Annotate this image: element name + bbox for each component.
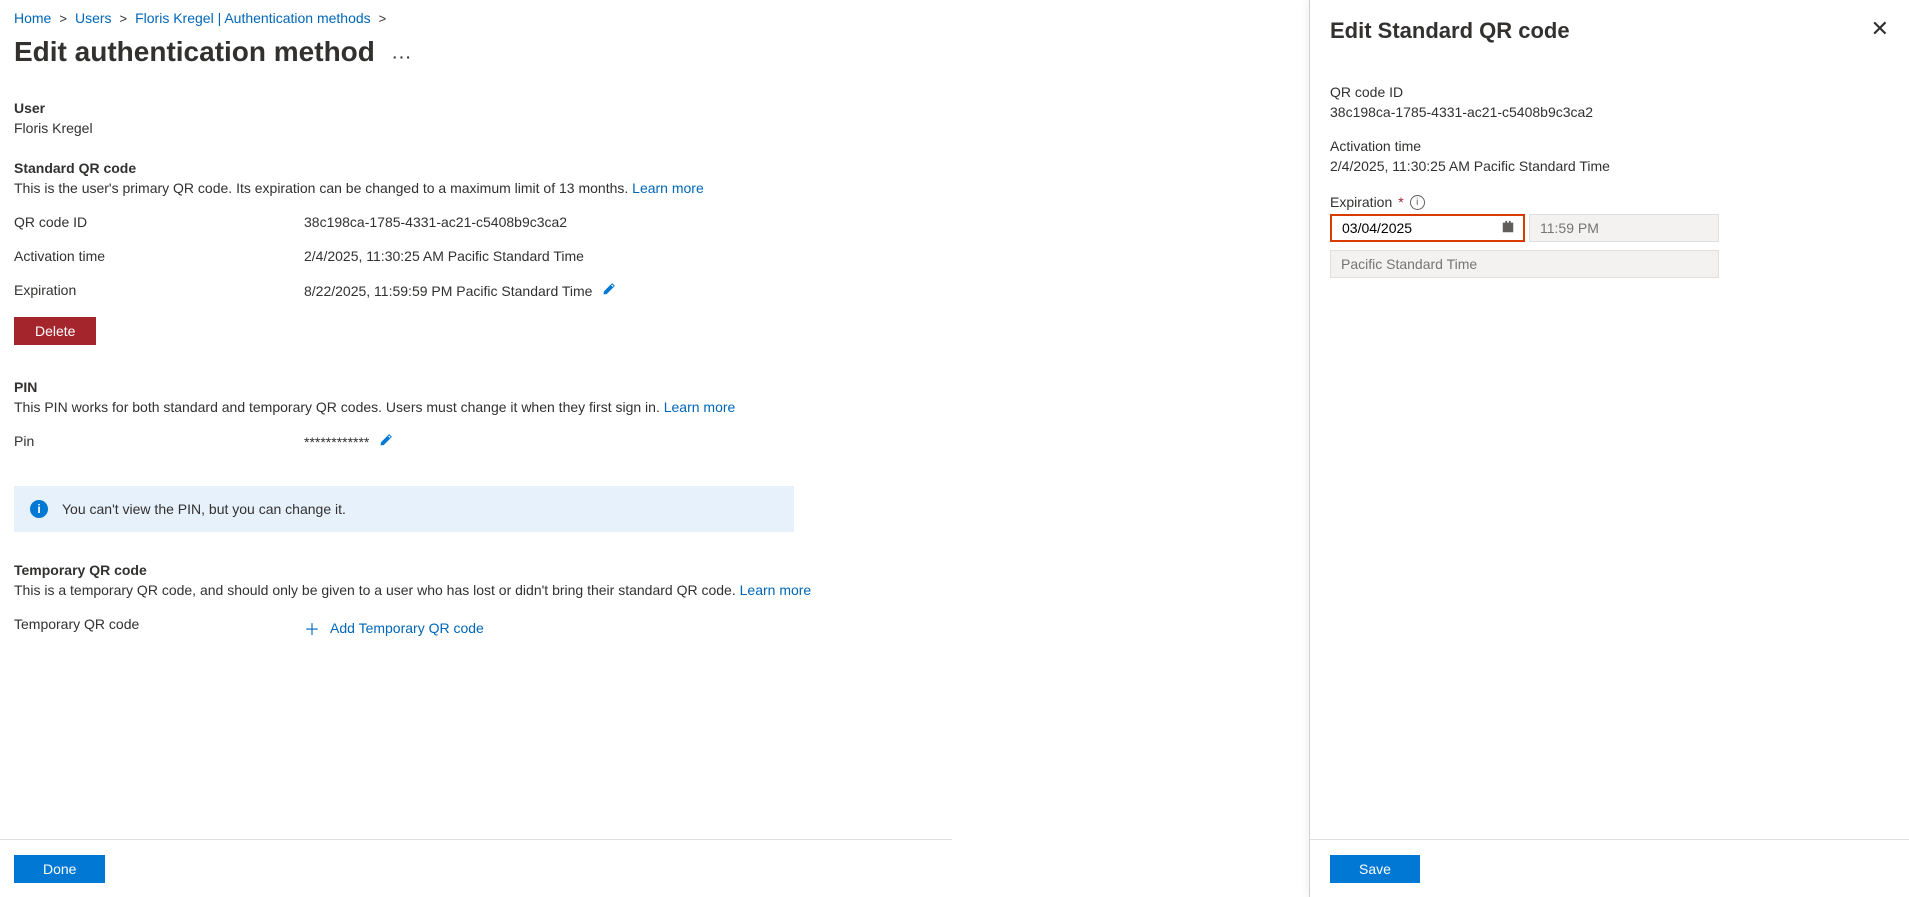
pin-info-text: You can't view the PIN, but you can chan… (62, 501, 346, 517)
panel-activation-value: 2/4/2025, 11:30:25 AM Pacific Standard T… (1330, 158, 1889, 174)
edit-pin-button[interactable] (379, 433, 393, 447)
expiration-info-tooltip[interactable]: i (1410, 195, 1425, 210)
done-button[interactable]: Done (14, 855, 105, 883)
panel-activation-label: Activation time (1330, 138, 1889, 154)
edit-expiration-button[interactable] (602, 282, 616, 296)
expiration-label: Expiration (14, 282, 304, 299)
panel-footer: Save (1310, 839, 1909, 897)
user-section-label: User (14, 100, 938, 116)
main-footer: Done (0, 839, 952, 897)
edit-qr-panel: Edit Standard QR code ✕ QR code ID 38c19… (1309, 0, 1909, 897)
pin-masked: ************ (304, 434, 369, 450)
expiration-time-field[interactable] (1529, 214, 1719, 242)
expiration-timezone-input[interactable] (1339, 255, 1710, 273)
pin-learn-more-link[interactable]: Learn more (664, 399, 736, 415)
delete-standard-qr-button[interactable]: Delete (14, 317, 96, 345)
standard-qr-heading: Standard QR code (14, 160, 938, 176)
info-icon: i (30, 500, 48, 518)
page-title: Edit authentication method (14, 36, 375, 68)
required-asterisk: * (1398, 194, 1403, 210)
expiration-timezone-field[interactable] (1330, 250, 1719, 278)
panel-qr-id-value: 38c198ca-1785-4331-ac21-c5408b9c3ca2 (1330, 104, 1889, 120)
expiration-time-input[interactable] (1538, 219, 1710, 237)
panel-title: Edit Standard QR code (1330, 18, 1570, 44)
add-temp-qr-label: Add Temporary QR code (330, 620, 484, 636)
temp-qr-desc: This is a temporary QR code, and should … (14, 582, 938, 598)
activation-label: Activation time (14, 248, 304, 264)
temp-qr-learn-more-link[interactable]: Learn more (740, 582, 812, 598)
breadcrumb-user-ctx[interactable]: Floris Kregel | Authentication methods (135, 10, 371, 26)
temp-qr-desc-text: This is a temporary QR code, and should … (14, 582, 736, 598)
breadcrumb-sep: > (59, 11, 67, 26)
more-actions-button[interactable]: ··· (393, 49, 413, 65)
plus-icon: ＋ (304, 616, 320, 640)
user-name: Floris Kregel (14, 120, 938, 136)
activation-value: 2/4/2025, 11:30:25 AM Pacific Standard T… (304, 248, 938, 264)
temp-qr-heading: Temporary QR code (14, 562, 938, 578)
add-temp-qr-button[interactable]: ＋ Add Temporary QR code (304, 616, 484, 640)
pin-info-box: i You can't view the PIN, but you can ch… (14, 486, 794, 532)
calendar-icon[interactable] (1501, 220, 1515, 237)
panel-expiration-label: Expiration (1330, 194, 1392, 210)
main-content: Home > Users > Floris Kregel | Authentic… (0, 0, 952, 897)
expiration-date-input[interactable] (1340, 219, 1501, 237)
pencil-icon (602, 282, 616, 296)
breadcrumb-users[interactable]: Users (75, 10, 112, 26)
breadcrumb-sep: > (120, 11, 128, 26)
qr-id-value: 38c198ca-1785-4331-ac21-c5408b9c3ca2 (304, 214, 938, 230)
breadcrumb: Home > Users > Floris Kregel | Authentic… (14, 10, 938, 26)
standard-qr-desc-text: This is the user's primary QR code. Its … (14, 180, 628, 196)
save-button[interactable]: Save (1330, 855, 1420, 883)
pencil-icon (379, 433, 393, 447)
qr-id-label: QR code ID (14, 214, 304, 230)
pin-heading: PIN (14, 379, 938, 395)
breadcrumb-sep: > (379, 11, 387, 26)
pin-desc: This PIN works for both standard and tem… (14, 399, 938, 415)
expiration-date-field[interactable] (1330, 214, 1525, 242)
close-panel-button[interactable]: ✕ (1871, 18, 1889, 40)
pin-desc-text: This PIN works for both standard and tem… (14, 399, 660, 415)
breadcrumb-home[interactable]: Home (14, 10, 51, 26)
expiration-value: 8/22/2025, 11:59:59 PM Pacific Standard … (304, 283, 592, 299)
close-icon: ✕ (1871, 16, 1889, 41)
temp-qr-row-label: Temporary QR code (14, 616, 304, 640)
standard-qr-desc: This is the user's primary QR code. Its … (14, 180, 938, 196)
panel-qr-id-label: QR code ID (1330, 84, 1889, 100)
standard-qr-learn-more-link[interactable]: Learn more (632, 180, 704, 196)
pin-label: Pin (14, 433, 304, 450)
